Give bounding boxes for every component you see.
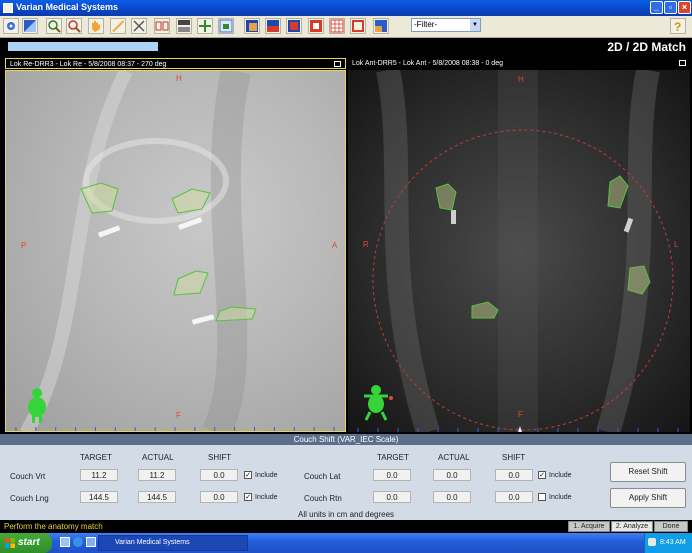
split-view-icon[interactable] bbox=[176, 18, 192, 34]
settings-tool-icon[interactable] bbox=[3, 18, 19, 34]
app-icon bbox=[3, 3, 13, 13]
taskbar-app-button[interactable]: Varian Medical Systems bbox=[98, 535, 248, 551]
include-rtn-label: Include bbox=[549, 494, 572, 501]
orientation-bottom: F bbox=[176, 411, 181, 420]
tab-analyze[interactable]: 2. Analyze bbox=[611, 521, 653, 532]
close-button[interactable]: × bbox=[678, 1, 691, 14]
tab-done[interactable]: Done bbox=[654, 521, 688, 532]
lateral-xray-image bbox=[19, 71, 257, 431]
scale-ruler bbox=[357, 428, 679, 432]
tray-icon[interactable] bbox=[648, 538, 656, 546]
left-image-viewport[interactable]: H P A F bbox=[5, 70, 346, 432]
column-header-shift: SHIFT bbox=[208, 453, 232, 462]
zoom-out-icon[interactable] bbox=[66, 18, 82, 34]
clock: 8:43 AM bbox=[660, 539, 686, 546]
help-icon[interactable]: ? bbox=[670, 18, 686, 34]
pan-hand-icon[interactable] bbox=[88, 18, 104, 34]
show-desktop-icon[interactable] bbox=[60, 537, 70, 547]
orientation-right: L bbox=[674, 240, 679, 249]
couch-vrt-shift: 0.0 bbox=[200, 469, 238, 481]
move-tool-icon[interactable] bbox=[197, 18, 213, 34]
tab-acquire[interactable]: 1. Acquire bbox=[568, 521, 610, 532]
column-header-actual: ACTUAL bbox=[142, 453, 174, 462]
column-header-target: TARGET bbox=[80, 453, 112, 462]
ap-xray-image bbox=[364, 70, 674, 432]
scale-ruler bbox=[15, 427, 335, 431]
structure-display-icon[interactable] bbox=[308, 18, 324, 34]
couch-lat-actual: 0.0 bbox=[433, 469, 471, 481]
mode-title: 2D / 2D Match bbox=[607, 40, 686, 54]
orientation-left: P bbox=[21, 241, 27, 250]
column-header-target: TARGET bbox=[377, 453, 409, 462]
couch-shift-title: Couch Shift (VAR_IEC Scale) bbox=[0, 434, 692, 445]
include-vrt-label: Include bbox=[255, 472, 278, 479]
filter-value: -Filter- bbox=[414, 20, 438, 29]
svg-text:?: ? bbox=[674, 20, 681, 33]
include-lat-label: Include bbox=[549, 472, 572, 479]
quick-launch-icon[interactable] bbox=[86, 537, 96, 547]
couch-lng-label: Couch Lng bbox=[10, 494, 49, 503]
zoom-in-icon[interactable] bbox=[46, 18, 62, 34]
left-pane-title-bar: Lok Re-DRR3 - Lok Re - 5/8/2008 08:37 - … bbox=[5, 58, 346, 69]
reset-shift-button[interactable]: Reset Shift bbox=[610, 462, 686, 482]
filter-dropdown[interactable]: -Filter- ▼ bbox=[411, 18, 481, 32]
couch-lat-label: Couch Lat bbox=[304, 472, 341, 481]
orientation-bottom: F bbox=[518, 410, 523, 419]
include-lng-checkbox[interactable]: ✓ bbox=[244, 493, 252, 501]
right-pane-title: Lok Ant-DRR5 - Lok Ant - 5/8/2008 08:38 … bbox=[352, 60, 503, 67]
couch-lng-shift: 0.0 bbox=[200, 491, 238, 503]
patient-name-field bbox=[8, 42, 158, 51]
overlay-red-icon[interactable] bbox=[265, 18, 281, 34]
couch-vrt-label: Couch Vrt bbox=[10, 472, 46, 481]
right-pane-title-bar: Lok Ant-DRR5 - Lok Ant - 5/8/2008 08:38 … bbox=[348, 58, 690, 69]
couch-rtn-label: Couch Rtn bbox=[304, 494, 342, 503]
couch-vrt-actual: 11.2 bbox=[138, 469, 176, 481]
couch-lng-target: 144.5 bbox=[80, 491, 118, 503]
overlay-fill-icon[interactable] bbox=[286, 18, 302, 34]
windows-flag-icon bbox=[5, 538, 15, 548]
right-image-viewport[interactable]: H R L F bbox=[348, 70, 690, 432]
toolbar: -Filter- ▼ ? bbox=[0, 16, 692, 38]
couch-vrt-target: 11.2 bbox=[80, 469, 118, 481]
chevron-down-icon[interactable]: ▼ bbox=[470, 19, 480, 31]
apply-shift-button[interactable]: Apply Shift bbox=[610, 488, 686, 508]
include-lat-checkbox[interactable]: ✓ bbox=[538, 471, 546, 479]
include-vrt-checkbox[interactable]: ✓ bbox=[244, 471, 252, 479]
orientation-right: A bbox=[332, 241, 338, 250]
include-lng-label: Include bbox=[255, 494, 278, 501]
orientation-top: H bbox=[518, 75, 524, 84]
window-level-icon[interactable] bbox=[22, 18, 38, 34]
window-title: Varian Medical Systems bbox=[16, 2, 119, 12]
couch-lat-shift: 0.0 bbox=[495, 469, 533, 481]
couch-rtn-actual: 0.0 bbox=[433, 491, 471, 503]
reference-view-icon[interactable] bbox=[373, 18, 389, 34]
column-header-actual: ACTUAL bbox=[438, 453, 470, 462]
crosshair-tool-icon[interactable] bbox=[131, 18, 147, 34]
column-header-shift: SHIFT bbox=[502, 453, 526, 462]
compare-tool-icon[interactable] bbox=[154, 18, 170, 34]
image-view-icon[interactable] bbox=[218, 18, 234, 34]
minimize-button[interactable]: _ bbox=[650, 1, 663, 14]
couch-rtn-target: 0.0 bbox=[373, 491, 411, 503]
window-title-bar: Varian Medical Systems _ ▫ × bbox=[0, 0, 692, 16]
maximize-pane-icon[interactable] bbox=[679, 60, 686, 66]
status-message: Perform the anatomy match bbox=[4, 522, 103, 531]
maximize-button[interactable]: ▫ bbox=[664, 1, 677, 14]
ruler-icon[interactable] bbox=[110, 18, 126, 34]
orientation-top: H bbox=[176, 74, 182, 83]
field-edge-icon[interactable] bbox=[350, 18, 366, 34]
browser-icon[interactable] bbox=[73, 537, 83, 547]
couch-rtn-shift: 0.0 bbox=[495, 491, 533, 503]
couch-lng-actual: 144.5 bbox=[138, 491, 176, 503]
units-note: All units in cm and degrees bbox=[298, 510, 395, 519]
blend-view-icon[interactable] bbox=[244, 18, 260, 34]
couch-lat-target: 0.0 bbox=[373, 469, 411, 481]
left-pane-title: Lok Re-DRR3 - Lok Re - 5/8/2008 08:37 - … bbox=[10, 61, 167, 68]
maximize-pane-icon[interactable] bbox=[334, 61, 341, 67]
include-rtn-checkbox[interactable] bbox=[538, 493, 546, 501]
orientation-left: R bbox=[363, 240, 369, 249]
grid-display-icon[interactable] bbox=[329, 18, 345, 34]
